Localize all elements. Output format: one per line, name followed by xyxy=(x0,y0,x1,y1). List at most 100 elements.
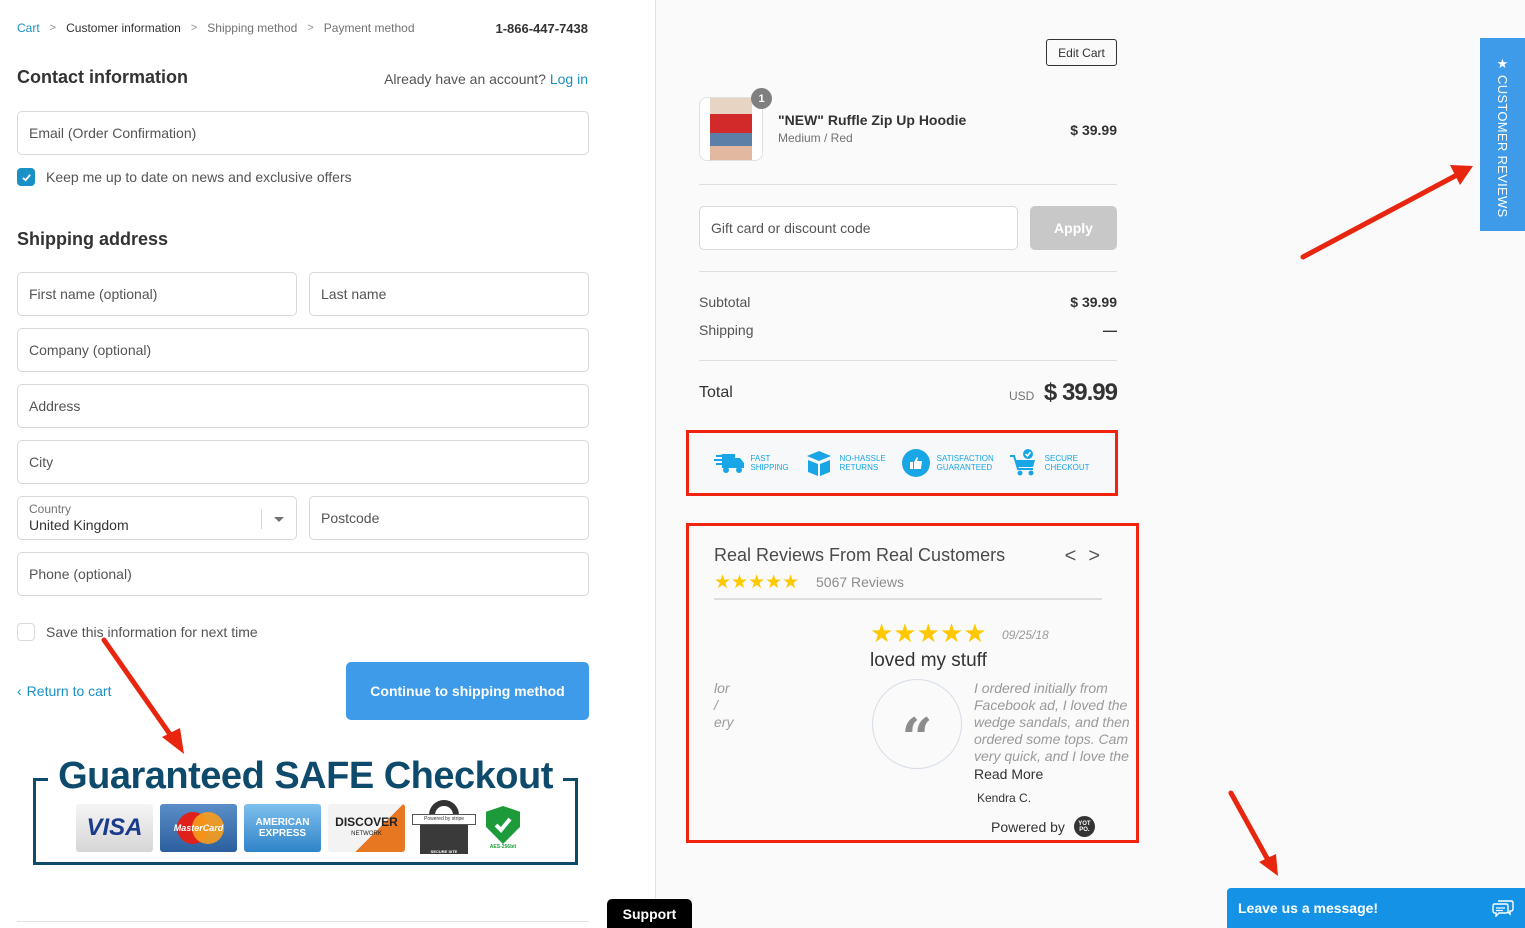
login-link[interactable]: Log in xyxy=(550,71,588,87)
cart-shield-icon xyxy=(1009,449,1035,476)
yotpo-logo[interactable]: YOT PO. xyxy=(1073,816,1095,837)
customer-reviews-tab-label: CUSTOMER REVIEWS xyxy=(1495,75,1510,218)
reviews-divider xyxy=(714,598,1102,600)
save-info-checkbox-row[interactable]: Save this information for next time xyxy=(17,623,258,641)
customer-reviews-tab[interactable]: ★ CUSTOMER REVIEWS xyxy=(1480,38,1525,231)
review-body-line: I ordered initially from xyxy=(974,680,1108,696)
country-select[interactable]: Country United Kingdom xyxy=(17,496,297,540)
stripe-lock-icon: Powered by stripe SECURE SITE xyxy=(412,800,476,854)
phone-number[interactable]: 1-866-447-7438 xyxy=(495,21,588,36)
first-name-field[interactable]: First name (optional) xyxy=(17,272,297,316)
contact-title: Contact information xyxy=(17,67,188,87)
company-field[interactable]: Company (optional) xyxy=(17,328,589,372)
chevron-left-icon[interactable]: < xyxy=(1065,545,1077,568)
amex-logo: AMERICAN EXPRESS xyxy=(244,804,321,852)
divider xyxy=(699,271,1117,272)
chevron-right-icon[interactable]: > xyxy=(1088,545,1100,568)
visa-logo: VISA xyxy=(76,804,153,852)
select-divider xyxy=(261,509,262,529)
discover-text: DISCOVER xyxy=(335,815,398,829)
trust-line: SECURE xyxy=(1044,454,1079,463)
checkmark-icon xyxy=(494,817,512,833)
mastercard-logo: MasterCard xyxy=(160,804,237,852)
amex-line-2: EXPRESS xyxy=(258,828,307,839)
discover-logo: DISCOVER NETWORK xyxy=(328,804,405,852)
trust-line: NO-HASSLE xyxy=(839,454,886,463)
apply-discount-button[interactable]: Apply xyxy=(1030,206,1117,250)
discover-sub: NETWORK xyxy=(351,831,382,837)
powered-by: Powered by YOT PO. xyxy=(991,816,1095,837)
reviews-count[interactable]: 5067 Reviews xyxy=(816,574,904,590)
trust-line: SATISFACTION xyxy=(936,454,994,463)
chat-label: Leave us a message! xyxy=(1238,900,1379,916)
product-price: $ 39.99 xyxy=(1070,122,1117,138)
country-value: United Kingdom xyxy=(29,516,129,533)
email-field[interactable]: Email (Order Confirmation) xyxy=(17,111,589,155)
review-body: I ordered initially from Facebook ad, I … xyxy=(974,680,1136,765)
subtotal-label: Subtotal xyxy=(699,294,751,310)
divider xyxy=(699,360,1117,361)
breadcrumb-cart[interactable]: Cart xyxy=(17,21,40,35)
return-to-cart-link[interactable]: ‹ Return to cart xyxy=(17,683,112,699)
quantity-badge: 1 xyxy=(751,88,772,109)
save-info-checkbox[interactable] xyxy=(17,623,35,641)
newsletter-label: Keep me up to date on news and exclusive… xyxy=(46,169,352,185)
save-info-label: Save this information for next time xyxy=(46,624,258,640)
truck-icon xyxy=(714,454,745,473)
total-currency: USD xyxy=(1009,389,1035,403)
chevron-right-icon: > xyxy=(307,22,314,34)
review-author: Kendra C. xyxy=(977,791,1032,805)
review-stars: ★★★★★ xyxy=(870,618,987,648)
product-thumbnail xyxy=(699,97,763,161)
discount-code-field[interactable]: Gift card or discount code xyxy=(699,206,1018,250)
trust-no-hassle-returns: NO-HASSLE RETURNS xyxy=(804,448,886,478)
aes-label: AES-256bit xyxy=(489,844,517,850)
account-prompt: Already have an account? Log in xyxy=(384,71,588,87)
product-name: "NEW" Ruffle Zip Up Hoodie xyxy=(778,112,967,128)
mastercard-text: MasterCard xyxy=(173,823,224,833)
breadcrumb-shipping-method: Shipping method xyxy=(207,21,298,35)
fragment-line: / xyxy=(714,697,718,713)
aes-shield-icon: AES-256bit xyxy=(483,804,523,852)
reviews-nav: < > xyxy=(1065,545,1100,568)
shield-icon xyxy=(486,806,520,844)
review-date: 09/25/18 xyxy=(1002,628,1049,642)
review-body-line: Facebook ad, I loved the xyxy=(974,697,1128,713)
trust-line: GUARANTEED xyxy=(936,463,993,472)
powered-by-text: Powered by xyxy=(991,818,1065,835)
amex-line-1: AMERICAN xyxy=(255,817,310,828)
newsletter-checkbox-row[interactable]: Keep me up to date on news and exclusive… xyxy=(17,168,352,186)
breadcrumb-customer-information: Customer information xyxy=(66,21,181,35)
edit-cart-button[interactable]: Edit Cart xyxy=(1046,39,1117,66)
postcode-field[interactable]: Postcode xyxy=(309,496,589,540)
read-more-link[interactable]: Read More xyxy=(974,766,1043,782)
phone-field[interactable]: Phone (optional) xyxy=(17,552,589,596)
support-button[interactable]: Support xyxy=(607,899,692,928)
continue-to-shipping-button[interactable]: Continue to shipping method xyxy=(346,662,589,720)
last-name-field[interactable]: Last name xyxy=(309,272,589,316)
trust-badges: FAST SHIPPING NO-HASSLE RETURNS SATISFACTI… xyxy=(686,430,1118,496)
city-field[interactable]: City xyxy=(17,440,589,484)
trust-satisfaction: SATISFACTION GUARANTEED xyxy=(901,448,994,478)
trust-line: CHECKOUT xyxy=(1044,463,1090,472)
review-body-line: very quick, and I love the xyxy=(974,748,1129,764)
shipping-title: Shipping address xyxy=(17,229,169,249)
caret-down-icon xyxy=(274,517,284,522)
review-headline: loved my stuff xyxy=(870,650,987,671)
fragment-line: lor xyxy=(714,680,730,696)
safe-checkout-title: Guaranteed SAFE Checkout xyxy=(58,755,553,797)
stripe-label: Powered by stripe xyxy=(412,814,476,825)
fragment-line: ery xyxy=(714,714,734,730)
shipping-label: Shipping xyxy=(699,322,754,338)
subtotal-value: $ 39.99 xyxy=(1070,294,1117,310)
leave-message-chat-bar[interactable]: Leave us a message! xyxy=(1227,888,1525,928)
trust-line: SHIPPING xyxy=(750,463,789,472)
newsletter-checkbox[interactable] xyxy=(17,168,35,186)
thumbs-up-icon xyxy=(901,449,930,477)
box-icon xyxy=(806,451,831,476)
footer-divider xyxy=(17,921,589,922)
product-variant: Medium / Red xyxy=(778,131,853,145)
checkmark-icon xyxy=(21,173,31,182)
account-prompt-text: Already have an account? xyxy=(384,71,546,87)
address-field[interactable]: Address xyxy=(17,384,589,428)
